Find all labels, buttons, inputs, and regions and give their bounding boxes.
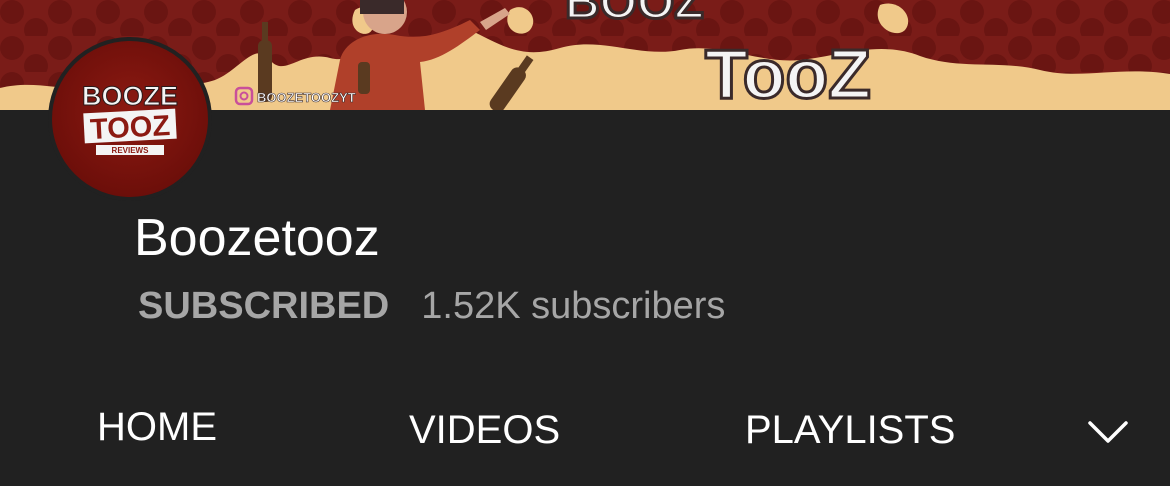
subscribed-button[interactable]: SUBSCRIBED (138, 285, 389, 328)
svg-text:REVIEWS: REVIEWS (112, 146, 150, 155)
channel-page: BOOZ TooZ BOOZETOOZYT BOOZE TOOZ REVIEWS… (0, 0, 1170, 486)
svg-text:TooZ: TooZ (705, 35, 871, 110)
svg-text:BOOZE: BOOZE (82, 81, 178, 111)
subscribe-row: SUBSCRIBED 1.52K subscribers (138, 282, 725, 330)
tab-videos[interactable]: VIDEOS (409, 395, 560, 465)
tab-playlists[interactable]: PLAYLISTS (745, 395, 955, 465)
svg-text:TOOZ: TOOZ (89, 110, 171, 146)
tab-home[interactable]: HOME (97, 392, 217, 462)
channel-name: Boozetooz (134, 209, 380, 267)
channel-tabs: HOME VIDEOS PLAYLISTS (0, 395, 1170, 465)
subscriber-count: 1.52K subscribers (421, 284, 726, 327)
instagram-handle: BOOZETOOZYT (257, 90, 356, 105)
avatar-logo: BOOZE TOOZ REVIEWS (81, 81, 179, 155)
chevron-down-icon[interactable] (1086, 413, 1130, 449)
svg-text:BOOZ: BOOZ (565, 0, 704, 29)
channel-avatar[interactable]: BOOZE TOOZ REVIEWS (48, 37, 212, 201)
